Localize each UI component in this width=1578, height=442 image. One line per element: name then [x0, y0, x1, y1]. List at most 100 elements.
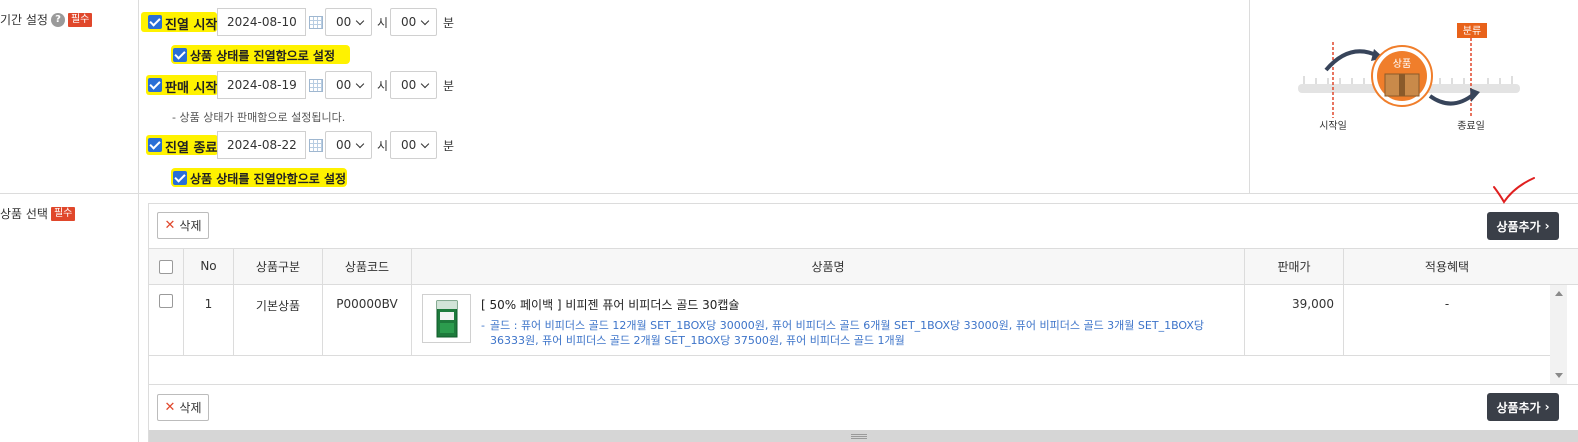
display-end-minute-select[interactable]: 00: [390, 131, 437, 159]
product-option-description: - 골드 : 퓨어 비피더스 골드 12개월 SET_1BOX당 30000원,…: [481, 318, 1226, 348]
chevron-down-icon: [420, 79, 430, 89]
end-arrow-icon: [1428, 92, 1476, 106]
calendar-icon[interactable]: [309, 16, 323, 29]
hour-value: 00: [336, 138, 352, 152]
row-divider: [149, 355, 1550, 356]
checkmark-icon: [148, 138, 162, 152]
scroll-down-icon[interactable]: [1555, 373, 1563, 378]
product-text: 상품: [1393, 58, 1411, 70]
calendar-icon[interactable]: [309, 139, 323, 152]
display-end-hour-select[interactable]: 00: [325, 131, 372, 159]
sale-start-hour-select[interactable]: 00: [325, 71, 372, 99]
display-start-status-label: 상품 상태를 진열함으로 설정: [190, 49, 336, 63]
checkmark-icon: [173, 171, 187, 185]
checkmark-icon: [173, 48, 187, 62]
product-select-label: 상품 선택: [0, 207, 48, 221]
delete-label: 삭제: [179, 401, 202, 415]
chevron-down-icon: [355, 16, 365, 26]
display-start-checkbox[interactable]: [146, 13, 164, 31]
minute-value: 00: [401, 78, 417, 92]
chevron-right-icon: ›: [1544, 400, 1550, 414]
chevron-down-icon: [420, 16, 430, 26]
product-image-icon: [436, 300, 457, 337]
minute-unit: 분: [443, 139, 455, 153]
table-bottom-divider: [149, 384, 1578, 385]
red-checkmark-annotation: [1493, 177, 1535, 204]
col-name: 상품명: [811, 259, 845, 274]
minute-value: 00: [401, 15, 417, 29]
add-product-button-bottom[interactable]: 상품추가 ›: [1487, 393, 1559, 421]
row-checkbox[interactable]: [159, 294, 173, 308]
required-badge: 필수: [50, 206, 76, 221]
checkmark-icon: [148, 15, 162, 29]
display-end-date-input[interactable]: 2024-08-22: [217, 131, 306, 159]
help-icon[interactable]: ?: [50, 12, 65, 27]
col-no: No: [200, 259, 217, 273]
hour-unit: 시: [377, 79, 389, 93]
chevron-right-icon: ›: [1544, 219, 1550, 233]
period-label: 기간 설정: [0, 13, 48, 27]
minute-value: 00: [401, 138, 417, 152]
add-product-label: 상품추가: [1496, 219, 1541, 234]
product-thumbnail[interactable]: [422, 294, 471, 343]
select-all-checkbox[interactable]: [159, 260, 173, 274]
period-label-group: 기간 설정 ? 필수: [0, 11, 93, 28]
chevron-down-icon: [355, 79, 365, 89]
display-start-minute-select[interactable]: 00: [390, 8, 437, 36]
sale-start-label: 판매 시작: [165, 81, 218, 96]
section-divider: [0, 193, 1578, 194]
row-price: 39,000: [1292, 297, 1334, 311]
period-diagram: 분류 상품 시작일 종료일: [1298, 23, 1520, 132]
row-benefit: -: [1444, 297, 1450, 311]
hour-unit: 시: [377, 139, 389, 153]
start-arrow-icon: [1324, 49, 1379, 72]
box-tape: [1399, 74, 1405, 96]
sale-start-date-input[interactable]: 2024-08-19: [217, 71, 306, 99]
display-end-label: 진열 종료: [165, 141, 218, 156]
display-end-checkbox[interactable]: [146, 136, 164, 154]
display-end-status-checkbox[interactable]: [171, 169, 189, 187]
label-column-divider: [138, 0, 139, 442]
display-start-date-input[interactable]: 2024-08-10: [217, 8, 306, 36]
scroll-up-icon[interactable]: [1555, 291, 1563, 296]
required-badge: 필수: [67, 12, 93, 27]
close-icon: ✕: [164, 218, 176, 233]
product-option-text: 골드 : 퓨어 비피더스 골드 12개월 SET_1BOX당 30000원, 퓨…: [490, 319, 1205, 347]
delete-label: 삭제: [179, 219, 202, 233]
product-name-link[interactable]: [ 50% 페이백 ] 비피젠 퓨어 비피더스 골드 30캡슐: [481, 296, 739, 313]
chevron-down-icon: [355, 139, 365, 149]
minute-unit: 분: [443, 79, 455, 93]
hour-value: 00: [336, 15, 352, 29]
minute-unit: 분: [443, 16, 455, 30]
category-badge-text: 분류: [1463, 25, 1481, 37]
col-code: 상품코드: [344, 259, 390, 274]
display-start-hour-select[interactable]: 00: [325, 8, 372, 36]
resize-bar[interactable]: [149, 430, 1578, 442]
add-product-button-top[interactable]: 상품추가 ›: [1487, 212, 1559, 240]
start-date-text: 시작일: [1319, 120, 1347, 132]
bullet-dash: -: [481, 319, 485, 332]
display-start-status-checkbox[interactable]: [171, 46, 189, 64]
row-no: 1: [204, 297, 213, 311]
row-code: P00000BV: [336, 297, 398, 311]
col-type: 상품구분: [255, 259, 301, 274]
table-scrollbar[interactable]: [1550, 285, 1567, 384]
chevron-down-icon: [420, 139, 430, 149]
add-product-label: 상품추가: [1496, 400, 1541, 415]
delete-button-bottom[interactable]: ✕ 삭제: [157, 394, 209, 421]
delete-button-top[interactable]: ✕ 삭제: [157, 212, 209, 239]
close-icon: ✕: [164, 400, 176, 415]
hour-value: 00: [336, 78, 352, 92]
end-date-text: 종료일: [1457, 120, 1485, 132]
calendar-icon[interactable]: [309, 79, 323, 92]
sale-start-checkbox[interactable]: [146, 76, 164, 94]
checkmark-icon: [148, 78, 162, 92]
row-type: 기본상품: [255, 299, 301, 313]
display-start-label: 진열 시작: [165, 18, 218, 33]
sale-start-minute-select[interactable]: 00: [390, 71, 437, 99]
col-benefit: 적용혜택: [1424, 259, 1470, 274]
diagram-divider: [1249, 0, 1250, 193]
display-end-status-label: 상품 상태를 진열안함으로 설정: [190, 172, 347, 186]
product-select-label-group: 상품 선택 필수: [0, 205, 76, 222]
resize-handle-icon[interactable]: [851, 434, 867, 435]
